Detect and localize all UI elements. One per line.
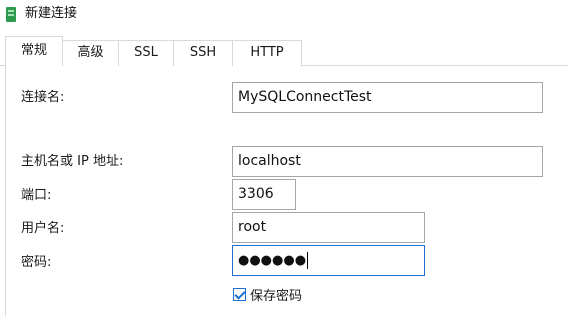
title-bar: 新建连接 xyxy=(0,0,568,32)
save-password-checkbox[interactable]: 保存密码 xyxy=(233,285,303,304)
connection-name-label: 连接名: xyxy=(21,90,65,105)
connection-name-input[interactable]: MySQLConnectTest xyxy=(232,82,543,113)
password-input[interactable]: ●●●●●● xyxy=(232,245,425,276)
username-label: 用户名: xyxy=(21,221,65,236)
username-input[interactable]: root xyxy=(232,212,425,243)
connection-icon xyxy=(6,7,16,22)
tab-ssh[interactable]: SSH xyxy=(173,40,233,66)
port-label: 端口: xyxy=(21,188,52,203)
password-value: ●●●●●● xyxy=(238,253,307,268)
password-label: 密码: xyxy=(21,255,52,270)
host-input[interactable]: localhost xyxy=(232,146,543,177)
tab-bar: 常规 高级 SSL SSH HTTP xyxy=(0,36,568,67)
port-value: 3306 xyxy=(238,186,274,202)
new-connection-window: 新建连接 常规 高级 SSL SSH HTTP 连接名: MySQLConnec… xyxy=(0,0,568,316)
host-value: localhost xyxy=(238,153,301,169)
text-cursor xyxy=(307,251,309,269)
username-value: root xyxy=(238,219,267,235)
tab-general[interactable]: 常规 xyxy=(5,36,63,67)
checkbox-checked-icon[interactable] xyxy=(233,287,246,301)
tab-http[interactable]: HTTP xyxy=(232,40,302,66)
host-label: 主机名或 IP 地址: xyxy=(21,154,124,169)
port-input[interactable]: 3306 xyxy=(232,179,296,210)
save-password-label: 保存密码 xyxy=(250,288,303,304)
tab-ssl[interactable]: SSL xyxy=(118,40,174,66)
tab-advanced[interactable]: 高级 xyxy=(62,40,119,66)
connection-name-value: MySQLConnectTest xyxy=(238,89,372,105)
window-title: 新建连接 xyxy=(25,6,78,21)
